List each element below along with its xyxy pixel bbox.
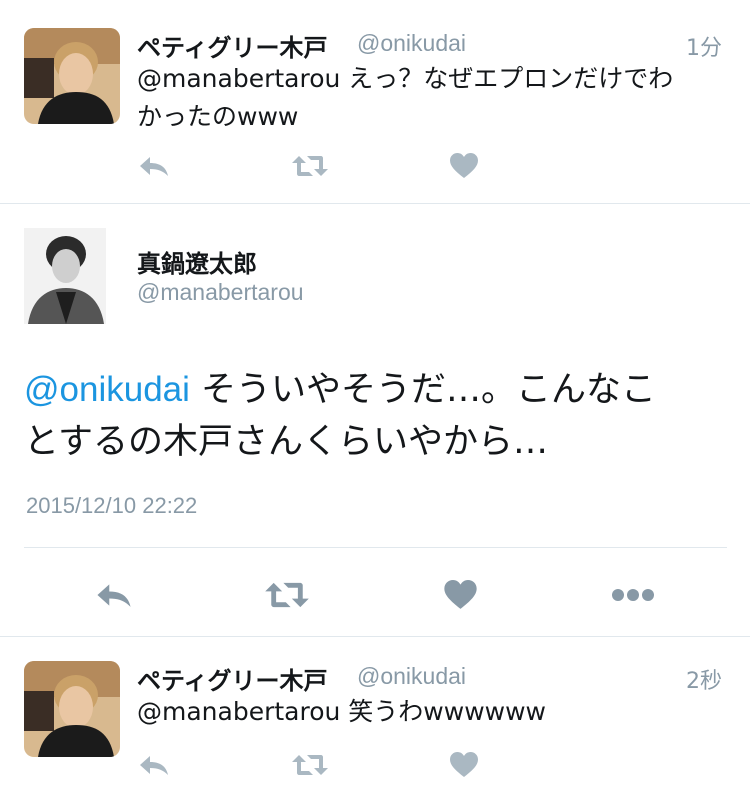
reply-icon <box>97 584 131 607</box>
mention-link[interactable]: @onikudai <box>24 370 190 409</box>
retweet-icon <box>292 156 328 176</box>
reply-icon <box>140 756 168 775</box>
username[interactable]: @onikudai <box>357 30 466 57</box>
avatar[interactable] <box>24 28 120 124</box>
display-name[interactable]: ペティグリー木戸 <box>137 28 328 63</box>
timestamp: 2秒 <box>686 669 722 694</box>
retweet-button[interactable] <box>288 747 332 783</box>
retweet-button[interactable] <box>262 576 312 614</box>
tweet-2-detail: 真鍋遼太郎 @manabertarou @onikudai そういやそうだ…。こ… <box>0 204 750 636</box>
reply-button[interactable] <box>134 148 174 184</box>
retweet-icon <box>265 582 309 608</box>
tweet-text-line-2: とするの木戸さんくらいやから… <box>24 422 548 462</box>
like-button[interactable] <box>440 576 480 614</box>
reply-button[interactable] <box>134 747 174 783</box>
timestamp: 1分 <box>686 36 722 61</box>
tweet-text-line-1: えっ？なぜエプロンだけでわ <box>340 64 674 93</box>
display-name[interactable]: ペティグリー木戸 <box>137 661 328 696</box>
tweet-text: @manabertarou えっ？なぜエプロンだけでわ かったのwww <box>137 60 727 136</box>
username[interactable]: @manabertarou <box>137 279 304 306</box>
tweet-date[interactable]: 2015/12/10 22:22 <box>26 493 197 519</box>
heart-icon <box>450 752 478 777</box>
tweet-text-line-1: そういやそうだ…。こんなこ <box>189 370 657 410</box>
tweet-text-line-1: 笑うわwwwwww <box>340 697 546 726</box>
more-icon <box>612 589 654 601</box>
tweet-1[interactable]: ペティグリー木戸 @onikudai 1分 @manabertarou えっ？な… <box>0 0 750 203</box>
tweet-text: @manabertarou 笑うわwwwwww <box>137 693 727 731</box>
heart-icon <box>450 153 478 178</box>
retweet-button[interactable] <box>288 148 332 184</box>
more-button[interactable] <box>608 576 658 614</box>
tweet-3[interactable]: ペティグリー木戸 @onikudai 2秒 @manabertarou 笑うわw… <box>0 637 750 794</box>
username[interactable]: @onikudai <box>357 663 466 690</box>
action-separator <box>24 547 727 548</box>
mention-link[interactable]: @manabertarou <box>137 64 340 93</box>
reply-button[interactable] <box>92 576 136 614</box>
tweet-text: @onikudai そういやそうだ…。こんなこ とするの木戸さんくらいやから… <box>24 364 734 468</box>
avatar[interactable] <box>24 661 120 757</box>
like-button[interactable] <box>444 148 484 184</box>
mention-link[interactable]: @manabertarou <box>137 697 340 726</box>
heart-icon <box>443 580 477 609</box>
display-name[interactable]: 真鍋遼太郎 <box>137 244 257 279</box>
retweet-icon <box>292 755 328 775</box>
avatar[interactable] <box>24 228 106 324</box>
like-button[interactable] <box>444 747 484 783</box>
tweet-text-line-2: かったのwww <box>137 102 299 131</box>
reply-icon <box>140 157 168 176</box>
